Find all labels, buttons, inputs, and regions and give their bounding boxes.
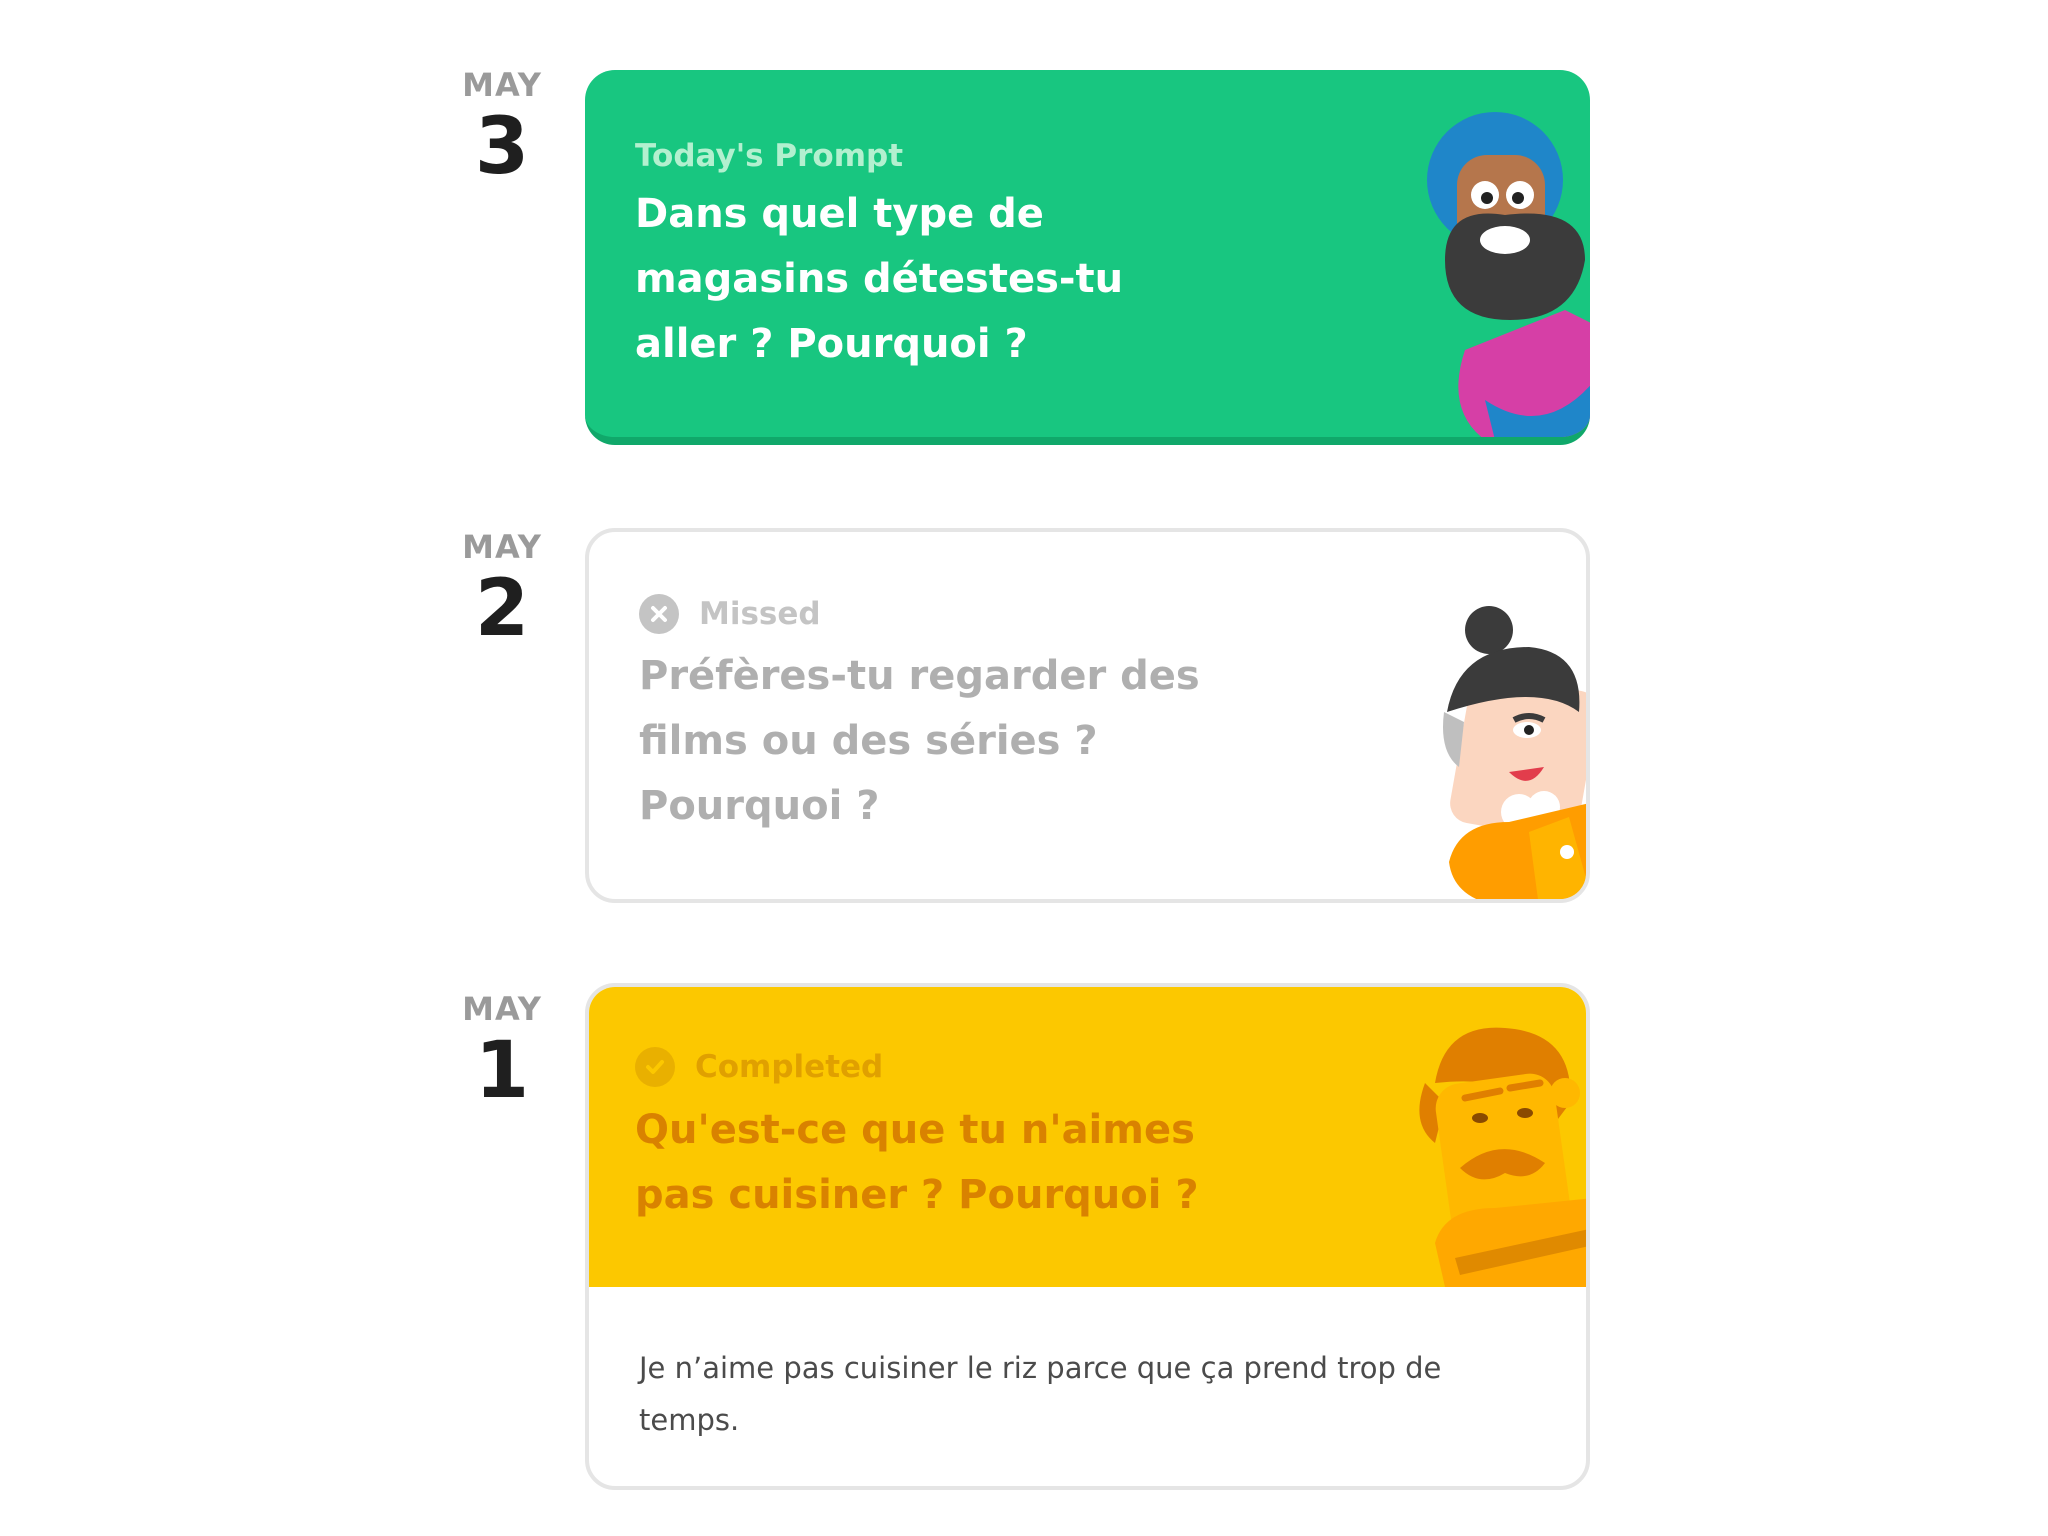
- turban-man-icon: [1427, 112, 1590, 437]
- check-circle-icon: [635, 1047, 675, 1087]
- status-label: Completed: [695, 1049, 884, 1085]
- status-label: Today's Prompt: [635, 138, 904, 174]
- prompt-text: Préfères-tu regarder des films ou des sé…: [639, 653, 1200, 829]
- prompt-card-completed[interactable]: Completed Qu'est-ce que tu n'aimes pas c…: [585, 983, 1590, 1490]
- date-may-3: MAY 3: [452, 66, 552, 186]
- completed-header: Completed Qu'est-ce que tu n'aimes pas c…: [589, 987, 1586, 1287]
- date-month: MAY: [462, 990, 542, 1028]
- bun-lady-icon: [1443, 606, 1586, 899]
- date-may-1: MAY 1: [452, 990, 552, 1110]
- date-day: 2: [474, 564, 530, 654]
- date-month: MAY: [462, 528, 542, 566]
- x-circle-icon: [639, 594, 679, 634]
- answer-text: Je n’aime pas cuisiner le riz parce que …: [639, 1351, 1442, 1437]
- prompt-text: Dans quel type de magasins détestes-tu a…: [635, 191, 1124, 367]
- date-day: 3: [474, 102, 530, 192]
- prompt-card-today[interactable]: Today's Prompt Dans quel type de magasin…: [585, 70, 1590, 445]
- date-month: MAY: [462, 66, 542, 104]
- prompt-card-missed[interactable]: Missed Préfères-tu regarder des films ou…: [585, 528, 1590, 903]
- date-day: 1: [474, 1026, 530, 1116]
- prompt-text: Qu'est-ce que tu n'aimes pas cuisiner ? …: [635, 1107, 1199, 1218]
- date-may-2: MAY 2: [452, 528, 552, 648]
- status-label: Missed: [699, 596, 821, 632]
- mustache-man-icon: [1419, 1027, 1586, 1287]
- status-row: Completed: [635, 1047, 883, 1087]
- status-row: Missed: [639, 594, 821, 634]
